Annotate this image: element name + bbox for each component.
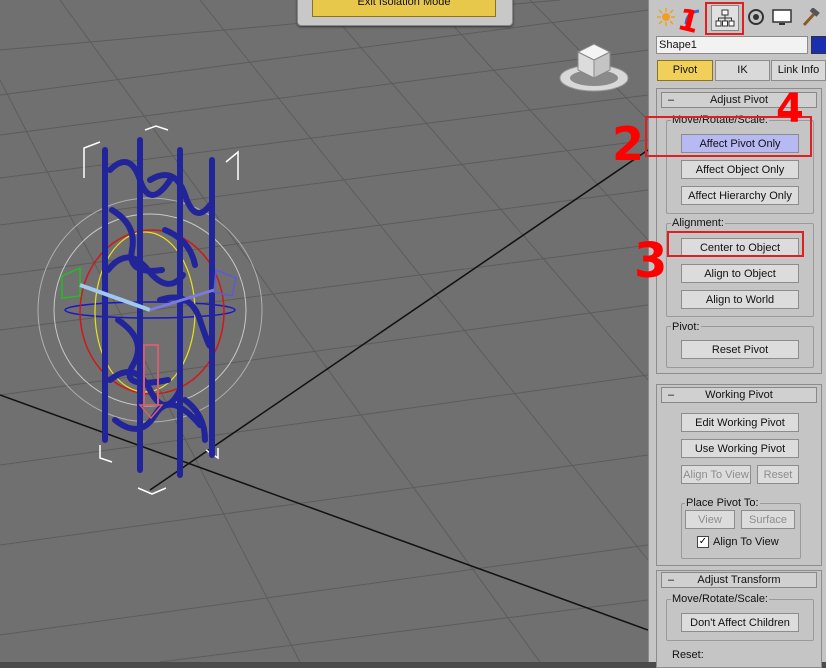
affect-hierarchy-only-button[interactable]: Affect Hierarchy Only <box>681 186 799 205</box>
perspective-viewport[interactable]: Exit Isolation Mode <box>0 0 648 662</box>
link-info-mode-button[interactable]: Link Info <box>771 60 826 81</box>
annotation-4: 4 <box>776 86 804 132</box>
place-view-button[interactable]: View <box>685 510 735 529</box>
working-pivot-rollout: – Working Pivot Edit Working Pivot Use Wo… <box>656 384 822 566</box>
align-to-view-check-label: Align To View <box>712 536 780 548</box>
object-name-field[interactable]: Shape1 <box>656 36 808 54</box>
dont-affect-children-button[interactable]: Don't Affect Children <box>681 613 799 632</box>
monitor-icon <box>772 9 792 25</box>
pivot-mode-button[interactable]: Pivot <box>657 60 713 81</box>
motion-circle-icon <box>748 9 764 25</box>
utilities-tab[interactable] <box>797 5 823 29</box>
alignment-label: Alignment: <box>671 217 725 229</box>
viewport-grid <box>0 0 648 662</box>
hammer-icon <box>802 8 820 26</box>
adjust-pivot-title: Adjust Pivot <box>709 94 769 106</box>
edit-working-pivot-button[interactable]: Edit Working Pivot <box>681 413 799 432</box>
object-color-swatch[interactable] <box>811 36 826 54</box>
display-tab[interactable] <box>769 5 795 29</box>
ik-mode-button[interactable]: IK <box>715 60 770 81</box>
working-pivot-title: Working Pivot <box>705 389 773 401</box>
annotation-3: 3 <box>634 233 668 289</box>
sun-star-icon <box>657 8 675 26</box>
align-to-world-button[interactable]: Align to World <box>681 290 799 309</box>
affect-object-only-button[interactable]: Affect Object Only <box>681 160 799 179</box>
place-surface-button[interactable]: Surface <box>741 510 795 529</box>
exit-isolation-button[interactable]: Exit Isolation Mode <box>312 0 496 17</box>
annotation-2: 2 <box>612 117 645 171</box>
align-to-view-button[interactable]: Align To View <box>681 465 751 484</box>
viewcube-icon[interactable] <box>556 36 632 96</box>
pivot-label: Pivot: <box>671 321 701 333</box>
adjust-transform-title: Adjust Transform <box>697 574 781 586</box>
align-to-view-checkbox[interactable]: ✓ <box>697 536 709 548</box>
use-working-pivot-button[interactable]: Use Working Pivot <box>681 439 799 458</box>
reset-working-pivot-button[interactable]: Reset <box>757 465 799 484</box>
center-to-object-highlight <box>667 231 804 257</box>
adjust-transform-rollout: – Adjust Transform Move/Rotate/Scale: Don… <box>656 570 822 668</box>
working-pivot-header[interactable]: – Working Pivot <box>661 387 817 403</box>
motion-tab[interactable] <box>743 5 769 29</box>
reset-label: Reset: <box>671 649 705 661</box>
transform-move-label: Move/Rotate/Scale: <box>671 593 769 605</box>
create-tab[interactable] <box>653 5 679 29</box>
isolation-toolbar: Exit Isolation Mode <box>297 0 513 26</box>
hierarchy-tab-highlight <box>705 2 744 35</box>
place-pivot-label: Place Pivot To: <box>685 497 760 509</box>
align-to-object-button[interactable]: Align to Object <box>681 264 799 283</box>
adjust-transform-header[interactable]: – Adjust Transform <box>661 572 817 588</box>
reset-pivot-button[interactable]: Reset Pivot <box>681 340 799 359</box>
